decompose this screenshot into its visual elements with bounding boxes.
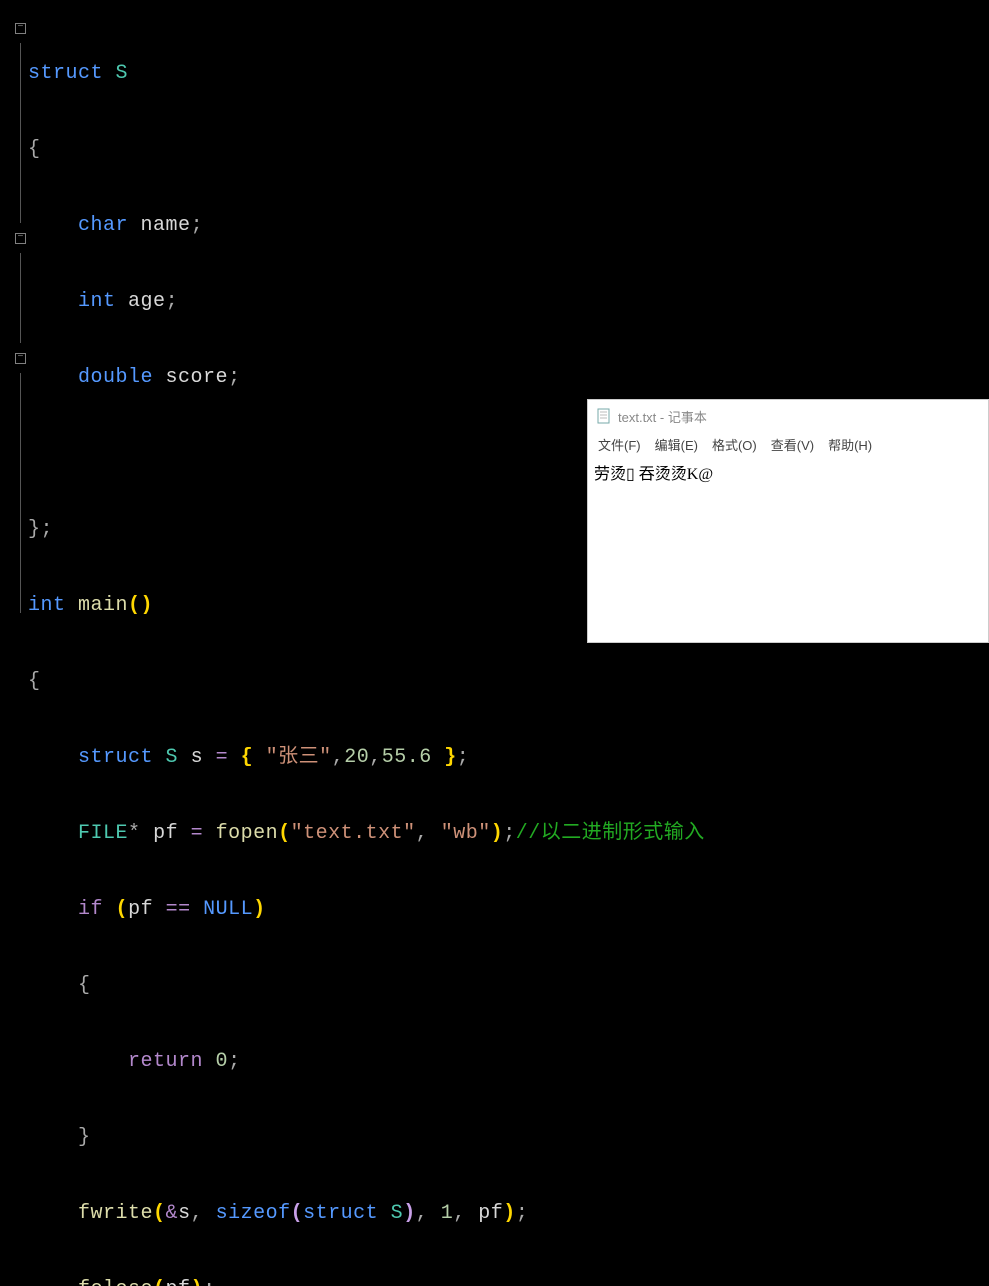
type-name: S [116, 62, 129, 85]
notepad-title-text: text.txt - 记事本 [618, 407, 707, 426]
code-line: struct S [28, 59, 989, 89]
type-int: int [78, 290, 116, 313]
code-line: int age; [28, 287, 989, 317]
func-main: main [78, 594, 128, 617]
notepad-content[interactable]: 劳烫▯ 吞烫烫K@ [588, 456, 988, 642]
code-line: double score; [28, 363, 989, 393]
code-line: } [28, 1123, 989, 1153]
type-char: char [78, 214, 128, 237]
brace-close: } [28, 518, 41, 541]
notepad-icon [596, 408, 612, 424]
code-line: { [28, 135, 989, 165]
menu-format[interactable]: 格式(O) [712, 435, 757, 454]
menu-help[interactable]: 帮助(H) [828, 435, 872, 454]
type-int: int [28, 594, 66, 617]
code-line: char name; [28, 211, 989, 241]
brace-open: { [28, 670, 41, 693]
menu-edit[interactable]: 编辑(E) [655, 435, 698, 454]
type-double: double [78, 366, 153, 389]
code-line: FILE* pf = fopen("text.txt", "wb");//以二进… [28, 819, 989, 849]
fold-if-icon[interactable]: − [15, 353, 26, 364]
menu-file[interactable]: 文件(F) [598, 435, 641, 454]
code-line: { [28, 667, 989, 697]
ident-age: age [128, 290, 166, 313]
keyword-struct: struct [28, 62, 103, 85]
code-line: fwrite(&s, sizeof(struct S), 1, pf); [28, 1199, 989, 1229]
notepad-titlebar[interactable]: text.txt - 记事本 [588, 400, 988, 432]
ident-score: score [166, 366, 229, 389]
ident-name: name [141, 214, 191, 237]
fold-struct-icon[interactable]: − [15, 23, 26, 34]
brace-open: { [28, 138, 41, 161]
fold-gutter: − − − [0, 0, 28, 643]
notepad-window[interactable]: text.txt - 记事本 文件(F) 编辑(E) 格式(O) 查看(V) 帮… [587, 399, 989, 643]
fold-main-icon[interactable]: − [15, 233, 26, 244]
code-line: fclose(pf); [28, 1275, 989, 1286]
code-line: if (pf == NULL) [28, 895, 989, 925]
code-line: struct S s = { "张三",20,55.6 }; [28, 743, 989, 773]
code-line: { [28, 971, 989, 1001]
menu-view[interactable]: 查看(V) [771, 435, 814, 454]
comment: //以二进制形式输入 [516, 822, 705, 845]
code-line: return 0; [28, 1047, 989, 1077]
notepad-menubar: 文件(F) 编辑(E) 格式(O) 查看(V) 帮助(H) [588, 432, 988, 456]
